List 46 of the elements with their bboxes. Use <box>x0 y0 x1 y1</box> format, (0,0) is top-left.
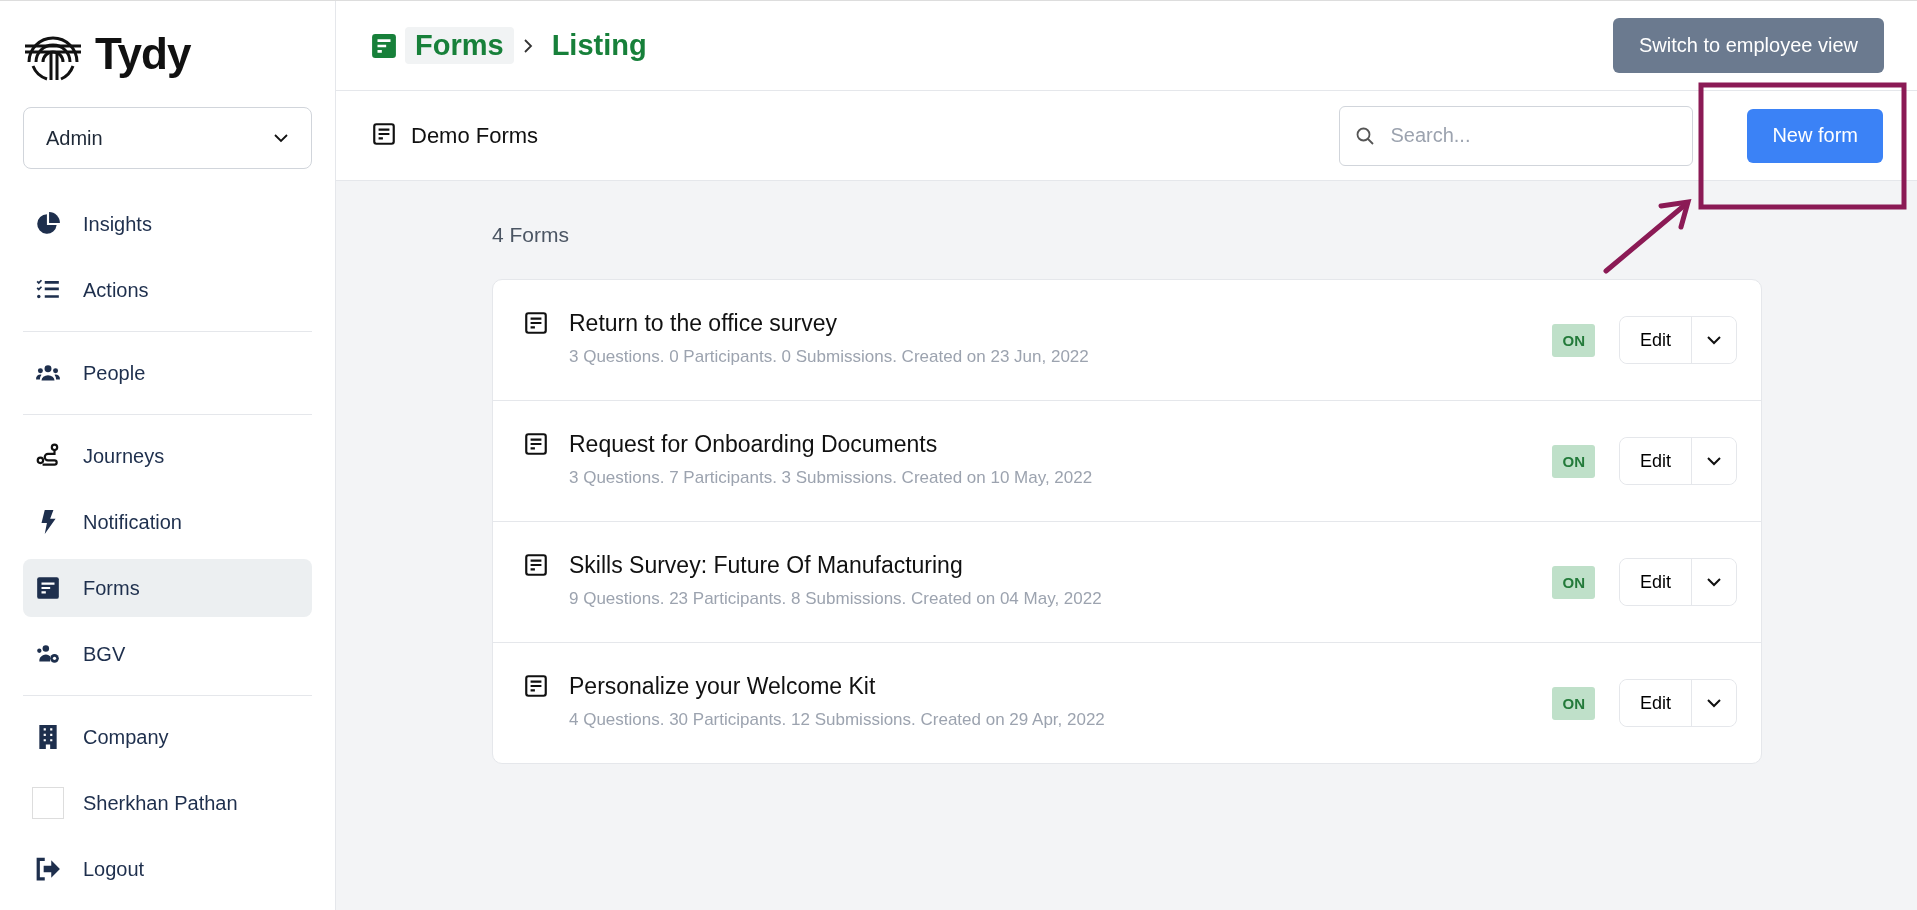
form-details: 9 Questions. 23 Participants. 8 Submissions. Created on 04 May, 2022 <box>569 588 1103 609</box>
avatar <box>32 787 64 819</box>
route-icon <box>35 443 61 469</box>
form-details: 4 Questions. 30 Participants. 12 Submissions. Created on 29 Apr, 2022 <box>569 709 1106 730</box>
new-form-button[interactable]: New form <box>1747 108 1883 163</box>
pie-chart-icon <box>35 211 61 237</box>
sidebar-item[interactable]: People <box>23 344 312 402</box>
search-field[interactable]: Search... <box>1339 105 1694 166</box>
form-details: 3 Questions. 7 Participants. 3 Submissions. Created on 10 May, 2022 <box>569 467 1094 488</box>
form-icon <box>35 575 61 601</box>
logout-icon <box>35 856 61 882</box>
sidebar-item[interactable]: Forms <box>23 559 312 617</box>
form-icon <box>371 121 397 147</box>
form-icon <box>523 552 549 578</box>
sidebar-item[interactable]: Logout <box>23 840 312 898</box>
status-badge: ON <box>1552 565 1595 599</box>
sidebar-item[interactable]: Notification <box>23 493 312 551</box>
form-icon <box>371 32 397 59</box>
page-title: Demo Forms <box>411 122 540 149</box>
edit-button[interactable]: Edit <box>1619 680 1692 726</box>
brand-name: Tydy <box>95 29 191 79</box>
form-icon <box>523 310 549 336</box>
sidebar-item[interactable]: Actions <box>23 261 312 319</box>
user-profile-item[interactable]: Sherkhan Pathan <box>23 774 312 832</box>
sidebar-item[interactable]: Journeys <box>23 427 312 485</box>
role-dropdown[interactable]: Admin <box>23 107 312 169</box>
form-title[interactable]: Return to the office survey <box>569 309 1533 337</box>
sidebar-item[interactable]: BGV <box>23 625 312 683</box>
chevron-right-icon <box>521 37 534 54</box>
sidebar-item[interactable]: Insights <box>23 195 312 253</box>
edit-button[interactable]: Edit <box>1619 317 1692 363</box>
edit-button[interactable]: Edit <box>1619 438 1692 484</box>
form-title[interactable]: Skills Survey: Future Of Manufacturing <box>569 551 1533 579</box>
form-title[interactable]: Personalize your Welcome Kit <box>569 672 1533 700</box>
status-badge: ON <box>1552 686 1595 720</box>
status-badge: ON <box>1552 444 1595 478</box>
edit-button[interactable]: Edit <box>1619 559 1692 605</box>
form-title[interactable]: Request for Onboarding Documents <box>569 430 1533 458</box>
form-details: 3 Questions. 0 Participants. 0 Submissions. Created on 23 Jun, 2022 <box>569 346 1090 367</box>
switch-view-button[interactable]: Switch to employee view <box>1613 18 1884 73</box>
status-badge: ON <box>1552 323 1595 357</box>
form-icon <box>523 431 549 457</box>
breadcrumb-link[interactable]: Forms <box>405 27 514 64</box>
forms-count: 4 Forms <box>492 223 570 247</box>
form-icon <box>523 673 549 699</box>
sidebar-item[interactable]: Company <box>23 708 312 766</box>
